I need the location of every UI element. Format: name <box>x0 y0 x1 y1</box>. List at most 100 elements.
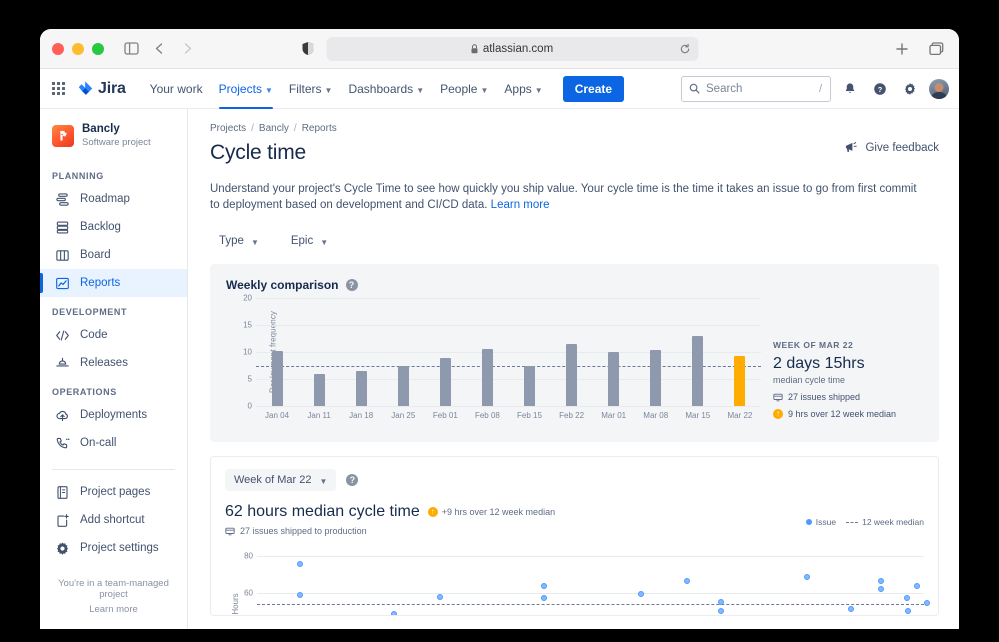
scatter-point[interactable] <box>904 594 911 601</box>
tab-overview-icon[interactable] <box>923 36 949 62</box>
filter-type-dropdown[interactable]: Type ▼ <box>210 230 268 252</box>
y-axis-tick: 5 <box>247 374 252 384</box>
give-feedback-button[interactable]: Give feedback <box>844 141 939 154</box>
learn-more-link[interactable]: Learn more <box>50 604 177 615</box>
sidebar-item-project-pages[interactable]: Project pages <box>40 478 187 506</box>
bar-slot <box>466 298 508 406</box>
window-controls[interactable] <box>52 42 104 55</box>
nav-item-people[interactable]: People ▼ <box>432 69 496 109</box>
sidebar-item-code[interactable]: Code <box>40 321 187 349</box>
median-delta-line: ↑ 9 hrs over 12 week median <box>773 409 923 419</box>
maximize-window-button[interactable] <box>92 42 104 55</box>
chevron-down-icon: ▼ <box>480 85 489 95</box>
search-input[interactable]: Search / <box>681 75 831 102</box>
address-bar[interactable]: atlassian.com <box>326 36 698 61</box>
help-icon[interactable]: ? <box>345 279 358 291</box>
bar[interactable] <box>355 370 367 406</box>
bar[interactable] <box>439 358 451 406</box>
card-title-label: Weekly comparison <box>226 278 339 292</box>
scatter-point[interactable] <box>718 607 725 614</box>
bell-icon[interactable] <box>839 78 861 100</box>
back-arrow-icon[interactable] <box>146 36 172 62</box>
help-icon[interactable]: ? <box>346 474 359 486</box>
bar[interactable] <box>608 352 620 406</box>
nav-item-dashboards[interactable]: Dashboards ▼ <box>340 69 432 109</box>
sidebar-item-roadmap[interactable]: Roadmap <box>40 185 187 213</box>
bar[interactable] <box>650 349 662 406</box>
scatter-point[interactable] <box>296 591 303 598</box>
breadcrumb-reports[interactable]: Reports <box>302 123 337 134</box>
sidebar-toggle-icon[interactable] <box>118 36 144 62</box>
bar[interactable] <box>566 343 578 406</box>
sidebar-item-backlog[interactable]: Backlog <box>40 213 187 241</box>
sidebar-item-label: Roadmap <box>80 193 130 205</box>
bar[interactable] <box>692 335 704 406</box>
bar[interactable] <box>481 348 493 406</box>
help-icon[interactable]: ? <box>869 78 891 100</box>
scatter-point[interactable] <box>391 615 397 616</box>
scatter-point[interactable] <box>390 610 397 615</box>
jira-logo[interactable]: Jira <box>77 80 126 98</box>
sidebar-item-reports[interactable]: Reports <box>40 269 187 297</box>
learn-more-link[interactable]: Learn more <box>491 199 550 211</box>
scatter-point[interactable] <box>437 593 444 600</box>
search-placeholder: Search <box>706 82 743 95</box>
scatter-point[interactable] <box>684 577 691 584</box>
sidebar-item-deployments[interactable]: Deployments <box>40 401 187 429</box>
bar[interactable] <box>271 350 283 406</box>
close-window-button[interactable] <box>52 42 64 55</box>
sidebar-item-board[interactable]: Board <box>40 241 187 269</box>
project-header[interactable]: Bancly Software project <box>40 119 187 161</box>
forward-arrow-icon[interactable] <box>174 36 200 62</box>
bar-slot <box>635 298 677 406</box>
sidebar-item-add-shortcut[interactable]: Add shortcut <box>40 506 187 534</box>
scatter-point[interactable] <box>637 590 644 597</box>
minimize-window-button[interactable] <box>72 42 84 55</box>
create-button[interactable]: Create <box>562 75 625 102</box>
nav-item-apps[interactable]: Apps ▼ <box>496 69 550 109</box>
filter-epic-dropdown[interactable]: Epic ▼ <box>282 230 337 252</box>
scatter-point[interactable] <box>914 582 921 589</box>
board-icon <box>54 247 70 263</box>
legend-item-issue[interactable]: Issue <box>805 517 836 527</box>
breadcrumb-projects[interactable]: Projects <box>210 123 246 134</box>
grid-line <box>256 406 761 407</box>
browser-window: atlassian.com Jira Your work Projects ▼ … <box>40 29 959 629</box>
nav-item-filters[interactable]: Filters ▼ <box>281 69 341 109</box>
scatter-point[interactable] <box>540 583 547 590</box>
gear-icon[interactable] <box>899 78 921 100</box>
scatter-point[interactable] <box>924 600 931 607</box>
legend-item-median[interactable]: 12 week median <box>846 517 924 527</box>
bar[interactable] <box>313 374 325 406</box>
scatter-point[interactable] <box>297 560 304 567</box>
scatter-point[interactable] <box>541 594 548 601</box>
plus-icon[interactable] <box>889 36 915 62</box>
sidebar-item-on-call[interactable]: On-call <box>40 429 187 457</box>
avatar[interactable] <box>929 78 949 99</box>
bar[interactable] <box>524 366 535 406</box>
bar[interactable] <box>734 355 746 406</box>
scatter-point[interactable] <box>847 605 854 612</box>
breadcrumb-bancly[interactable]: Bancly <box>259 123 289 134</box>
bar-slot <box>593 298 635 406</box>
reload-icon[interactable] <box>679 43 690 54</box>
shield-icon[interactable] <box>301 41 314 56</box>
bar[interactable] <box>397 365 409 406</box>
sidebar-item-project-settings[interactable]: Project settings <box>40 534 187 562</box>
nav-label: Your work <box>149 82 203 96</box>
y-axis-tick: 10 <box>243 347 252 357</box>
filter-label: Type <box>219 235 244 247</box>
app-switcher-grid-icon[interactable] <box>50 80 67 97</box>
week-select-dropdown[interactable]: Week of Mar 22 ▼ <box>225 469 337 491</box>
scatter-point[interactable] <box>878 586 885 593</box>
address-bar-region: atlassian.com <box>301 36 698 61</box>
scatter-point[interactable] <box>904 607 911 614</box>
median-delta-text: 9 hrs over 12 week median <box>788 409 897 419</box>
scatter-point[interactable] <box>717 599 724 606</box>
filter-label: Epic <box>290 235 314 247</box>
scatter-point[interactable] <box>804 574 811 581</box>
nav-item-projects[interactable]: Projects ▼ <box>211 69 281 109</box>
nav-item-your-work[interactable]: Your work <box>142 69 211 109</box>
sidebar-item-releases[interactable]: Releases <box>40 349 187 377</box>
scatter-point[interactable] <box>877 577 884 584</box>
